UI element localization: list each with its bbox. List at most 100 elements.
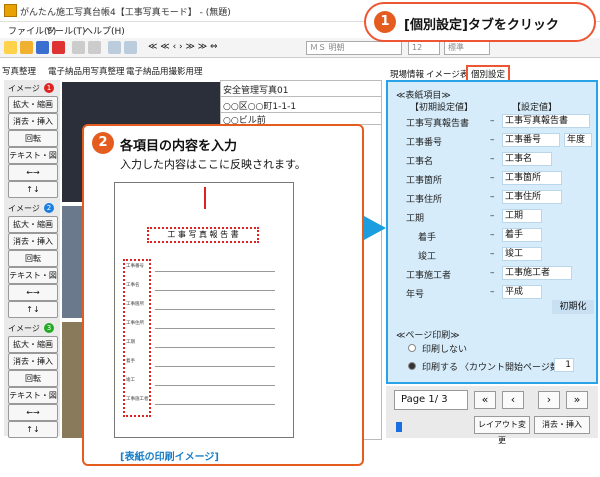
field-input[interactable]: 着手 [502,228,542,242]
image-control-button[interactable]: テキスト・図 [8,267,58,284]
page-indicator: Page 1/ 3 [394,390,468,410]
save-icon[interactable] [36,41,49,54]
field-input[interactable]: 工期 [502,209,542,223]
copy-icon[interactable] [72,41,85,54]
image-control-button[interactable]: ↑↓ [8,181,58,198]
delete-icon[interactable] [52,41,65,54]
window-title: がんたん施工写真台帳4【工事写真モード】 - (無題) [20,8,231,18]
menu-help[interactable]: ヘルプ(H) [84,24,125,37]
field-label: 着手 [418,233,437,243]
cover-preview: 工 事 写 真 報 告 書 工事番号 工事名 工事箇所 工事住所 工期 着手 竣工 工事施工者 [114,182,294,438]
layout-change-button[interactable]: レイアウト変更 [474,416,530,445]
next-page-button[interactable]: › [538,391,560,409]
field-dash: – [490,268,495,278]
field-label: 工事住所 [406,195,443,205]
size-select[interactable]: 12 [408,41,440,55]
field-dash: – [490,249,495,259]
tab-site-info[interactable]: 現場情報 [390,68,424,80]
field-input-extra[interactable]: 年度 [564,133,592,147]
callout-arrow [364,216,386,240]
field-input[interactable]: 平成 [502,285,542,299]
insert-button[interactable]: 消去・挿入 [534,416,590,434]
image-control-button[interactable]: ↑↓ [8,301,58,318]
tab-photo[interactable]: 写真整理 [2,65,36,77]
field-label: 工事施工者 [406,271,452,281]
open-icon[interactable] [20,41,33,54]
image-control-button[interactable]: 回転 [8,130,58,147]
field-dash: – [490,230,495,240]
count-input[interactable]: 1 [554,358,574,372]
label-print: 印刷する [422,363,459,373]
image-control-button[interactable]: 消去・挿入 [8,113,58,130]
preview-underline [155,290,275,291]
image-control-button[interactable]: テキスト・図 [8,147,58,164]
preview-line: 工事名 [126,283,140,288]
field-input[interactable]: 工事名 [502,152,552,166]
field-input[interactable]: 工事住所 [502,190,562,204]
field-input[interactable]: 工事番号 [502,133,560,147]
reset-button[interactable]: 初期化 [552,300,594,314]
field-label: 工事名 [406,157,434,167]
preview-line: 工事施工者 [126,397,149,402]
first-page-button[interactable]: « [474,391,496,409]
step-2-badge: 2 [92,132,114,154]
image-group-label: イメージ [8,324,40,333]
field-input[interactable]: 工事施工者 [502,266,572,280]
preview-underline [155,328,275,329]
image-control-button[interactable]: 拡大・縮画 [8,216,58,233]
preview-underline [155,309,275,310]
tab-electronic[interactable]: 電子納品用写真整理 [48,65,125,77]
zoom-icon[interactable] [108,41,121,54]
preview-caption: [表紙の印刷イメージ] [120,452,219,463]
nav-arrows[interactable]: ≪ ≪ ‹ › ≫ ≫ ⇔ [148,42,218,52]
field-dash: – [490,116,495,126]
radio-print[interactable] [408,362,416,370]
style-select[interactable]: 標準 [444,41,490,55]
field-label: 工期 [406,214,425,224]
preview-title: 工 事 写 真 報 告 書 [147,227,259,243]
col-setting: 【設定値】 [512,103,558,113]
field-input[interactable]: 工事箇所 [502,171,562,185]
image-control-button[interactable]: ↑↓ [8,421,58,438]
image-control-button[interactable]: ←→ [8,404,58,421]
new-icon[interactable] [4,41,17,54]
paste-icon[interactable] [88,41,101,54]
field-label: 年号 [406,290,425,300]
tab-electronic-shoot[interactable]: 電子納品用撮影用理 [126,65,203,77]
image-control-button[interactable]: 消去・挿入 [8,233,58,250]
image-group-number: 3 [44,323,54,333]
callout-1: 1 [個別設定]タブをクリック [364,2,596,42]
radio-no-print[interactable] [408,344,416,352]
field-dash: – [490,154,495,164]
col-initial: 【初期設定値】 [410,103,474,113]
field-label: 工事写真報告書 [406,119,470,129]
field-dash: – [490,192,495,202]
image-control-button[interactable]: 拡大・縮画 [8,96,58,113]
prev-page-button[interactable]: ‹ [502,391,524,409]
slider-handle[interactable] [396,422,402,432]
image-control-button[interactable]: 回転 [8,370,58,387]
field-input[interactable]: 工事写真報告書 [502,114,590,128]
image-control-button[interactable]: テキスト・図 [8,387,58,404]
label-no-print: 印刷しない [422,345,468,355]
preview-line: 工事番号 [126,264,144,269]
last-page-button[interactable]: » [566,391,588,409]
font-select[interactable]: ＭＳ 明朝 [306,41,402,55]
field-dash: – [490,287,495,297]
field-label: 竣工 [418,252,437,262]
callout-2-sub: 入力した内容はここに反映されます。 [120,158,306,171]
preview-line: 竣工 [126,378,135,383]
preview-underline [155,385,275,386]
image-control-button[interactable]: 回転 [8,250,58,267]
image-control-button[interactable]: ←→ [8,164,58,181]
menu-tools[interactable]: ツール(T) [46,24,86,37]
preview-underline [155,366,275,367]
field-input[interactable]: 竣工 [502,247,542,261]
image-control-button[interactable]: ←→ [8,284,58,301]
preview-line: 工事住所 [126,321,144,326]
image-control-button[interactable]: 消去・挿入 [8,353,58,370]
image-control-button[interactable]: 拡大・縮画 [8,336,58,353]
section-print: ≪ページ印刷≫ [396,331,460,341]
field-dash: – [490,173,495,183]
print-icon[interactable] [124,41,137,54]
